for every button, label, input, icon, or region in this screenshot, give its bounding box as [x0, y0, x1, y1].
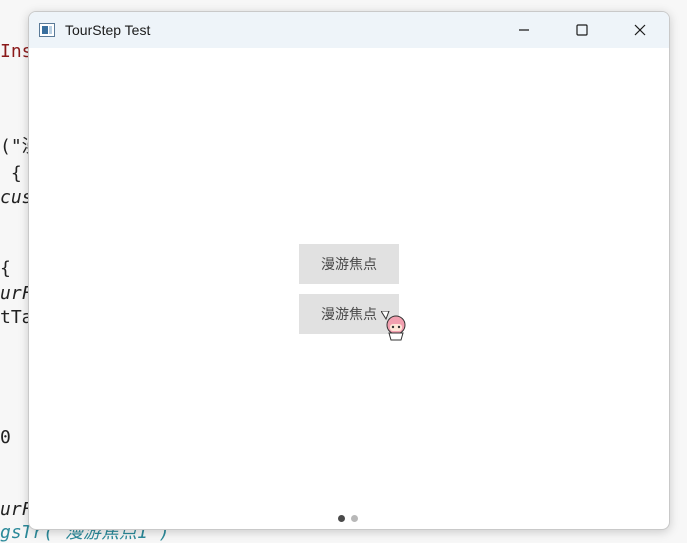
window-controls: [495, 12, 669, 48]
close-button[interactable]: [611, 12, 669, 48]
page-dot-active[interactable]: [338, 515, 345, 522]
maximize-icon: [576, 24, 588, 36]
page-dot[interactable]: [351, 515, 358, 522]
anime-girl-cursor-icon: [381, 311, 406, 341]
code-line: {: [0, 163, 22, 184]
code-line: 0: [0, 427, 11, 448]
tourstep-window: TourStep Test 漫游焦点 漫游焦点: [28, 11, 670, 530]
title-bar[interactable]: TourStep Test: [29, 12, 669, 48]
minimize-button[interactable]: [495, 12, 553, 48]
minimize-icon: [519, 29, 529, 31]
maximize-button[interactable]: [553, 12, 611, 48]
close-icon: [634, 24, 646, 36]
app-window-icon: [39, 23, 55, 37]
window-title: TourStep Test: [65, 22, 151, 38]
page-indicator: [338, 515, 358, 522]
tour-focus-button-1[interactable]: 漫游焦点: [299, 244, 399, 284]
code-line: {: [0, 258, 11, 279]
